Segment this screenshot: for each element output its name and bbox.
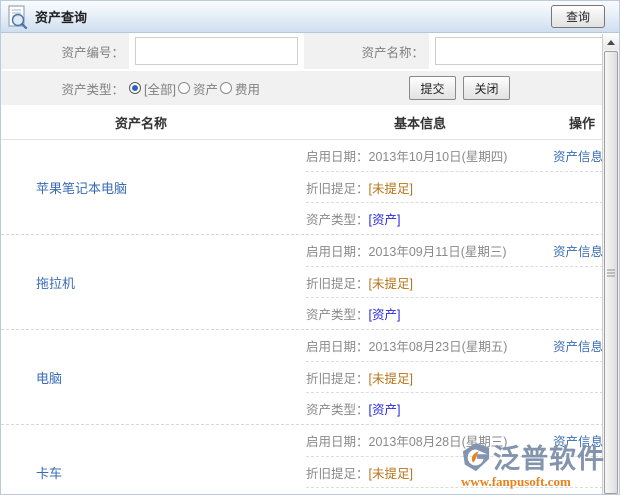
depreciation-value: [未提足] xyxy=(368,371,413,386)
start-date-text: 启用日期：2013年10月10日(星期四) xyxy=(306,146,507,165)
table-header: 资产名称 基本信息 操作 xyxy=(1,105,619,140)
asset-no-input[interactable] xyxy=(135,37,298,65)
close-button[interactable]: 关闭 xyxy=(463,76,510,100)
depreciation-line: 折旧提足：[未提足] xyxy=(306,362,603,394)
start-date-text: 启用日期：2013年08月23日(星期五) xyxy=(306,336,507,355)
vendor-brand-text: 泛普软件 xyxy=(493,444,605,474)
asset-name-input[interactable] xyxy=(435,37,613,65)
asset-type-value: [资产] xyxy=(368,403,401,418)
asset-name-link[interactable]: 苹果笔记本电脑 xyxy=(36,178,127,197)
asset-type-value: [资产] xyxy=(368,213,401,228)
asset-name-cell: 卡车 xyxy=(1,425,306,494)
asset-info-link[interactable]: 资产信息 xyxy=(553,146,603,165)
start-date-line: 启用日期：2013年09月11日(星期三) 资产信息 xyxy=(306,235,603,267)
asset-type-line: 资产类型：[资产] xyxy=(306,393,603,424)
column-header-info: 基本信息 xyxy=(393,115,446,131)
asset-name-cell: 拖拉机 xyxy=(1,235,306,329)
start-date-line: 启用日期：2013年08月23日(星期五) 资产信息 xyxy=(306,330,603,362)
depreciation-value: [未提足] xyxy=(368,181,413,196)
asset-type-label: 资产类型： xyxy=(61,82,124,97)
asset-info-cell: 启用日期：2013年10月10日(星期四) 资产信息 折旧提足：[未提足] 资产… xyxy=(306,140,603,234)
radio-asset[interactable]: 资产 xyxy=(177,79,218,98)
start-date-value: 2013年08月23日(星期五) xyxy=(368,339,508,354)
start-date-value: 2013年09月11日(星期三) xyxy=(368,244,507,259)
scrollbar-thumb[interactable] xyxy=(604,51,618,494)
table-row: 苹果笔记本电脑 启用日期：2013年10月10日(星期四) 资产信息 折旧提足：… xyxy=(1,140,619,235)
asset-name-link[interactable]: 卡车 xyxy=(36,463,62,482)
asset-info-cell: 启用日期：2013年09月11日(星期三) 资产信息 折旧提足：[未提足] 资产… xyxy=(306,235,603,329)
search-document-icon xyxy=(8,4,28,29)
start-date-label: 启用日期： xyxy=(306,244,369,259)
table-row: 拖拉机 启用日期：2013年09月11日(星期三) 资产信息 折旧提足：[未提足… xyxy=(1,235,619,330)
form-buttons: 提交 关闭 xyxy=(409,76,510,100)
depreciation-label: 折旧提足： xyxy=(306,371,369,386)
radio-all-dot[interactable] xyxy=(129,82,141,94)
titlebar: 资产查询 查询 xyxy=(1,1,619,33)
asset-type-text: 资产类型：[资产] xyxy=(306,399,400,418)
radio-expense[interactable]: 费用 xyxy=(219,79,260,98)
asset-type-line: 资产类型：[资产] xyxy=(306,298,603,329)
depreciation-text: 折旧提足：[未提足] xyxy=(306,273,413,292)
asset-type-row-label: 资产类型： xyxy=(306,308,369,323)
depreciation-label: 折旧提足： xyxy=(306,181,369,196)
form-gap xyxy=(304,33,359,69)
depreciation-line: 折旧提足：[未提足] xyxy=(306,172,603,204)
form-row-type: 资产类型： [全部] 资产 费用 提交 关闭 xyxy=(1,71,619,105)
depreciation-label: 折旧提足： xyxy=(306,466,369,481)
asset-query-window: 资产查询 查询 资产编号： 资产名称： 资产类型： [全部] 资产 费用 提交 … xyxy=(0,0,620,495)
asset-type-value: [资产] xyxy=(368,308,401,323)
fanpu-logo-icon xyxy=(462,442,490,471)
asset-name-link[interactable]: 电脑 xyxy=(36,368,62,387)
scrollbar-up-button[interactable] xyxy=(603,34,619,50)
form-row-inputs: 资产编号： 资产名称： xyxy=(1,33,619,71)
asset-no-label: 资产编号： xyxy=(61,45,124,60)
asset-type-text: 资产类型：[资产] xyxy=(306,304,400,323)
radio-asset-label: 资产 xyxy=(192,82,218,97)
start-date-line: 启用日期：2013年10月10日(星期四) 资产信息 xyxy=(306,140,603,172)
search-form: 资产编号： 资产名称： 资产类型： [全部] 资产 费用 提交 关闭 xyxy=(1,33,619,105)
asset-name-label: 资产名称： xyxy=(361,45,424,60)
vendor-url-text: www.fanpusoft.com xyxy=(461,474,571,489)
scrollbar-grip-icon xyxy=(607,269,615,276)
vendor-watermark: 泛普软件 www.fanpusoft.com xyxy=(461,437,605,490)
depreciation-label: 折旧提足： xyxy=(306,276,369,291)
column-header-action: 操作 xyxy=(568,115,595,131)
submit-button[interactable]: 提交 xyxy=(409,76,456,100)
asset-type-line: 资产类型：[资产] xyxy=(306,203,603,234)
depreciation-text: 折旧提足：[未提足] xyxy=(306,463,413,482)
column-header-name: 资产名称 xyxy=(114,115,167,131)
query-button[interactable]: 查询 xyxy=(551,5,605,28)
arrow-up-icon xyxy=(607,39,615,45)
radio-all-label: [全部] xyxy=(144,82,176,97)
start-date-label: 启用日期： xyxy=(306,149,369,164)
radio-expense-label: 费用 xyxy=(234,82,260,97)
vertical-scrollbar[interactable] xyxy=(602,34,619,494)
start-date-text: 启用日期：2013年09月11日(星期三) xyxy=(306,241,507,260)
asset-info-link[interactable]: 资产信息 xyxy=(553,241,603,260)
table-row: 电脑 启用日期：2013年08月23日(星期五) 资产信息 折旧提足：[未提足]… xyxy=(1,330,619,425)
start-date-value: 2013年10月10日(星期四) xyxy=(368,149,508,164)
asset-type-text: 资产类型：[资产] xyxy=(306,209,400,228)
asset-info-cell: 启用日期：2013年08月23日(星期五) 资产信息 折旧提足：[未提足] 资产… xyxy=(306,330,603,424)
radio-asset-dot[interactable] xyxy=(177,82,190,94)
asset-name-link[interactable]: 拖拉机 xyxy=(36,273,75,292)
asset-type-row-label: 资产类型： xyxy=(306,403,369,418)
asset-type-radio-group: [全部] 资产 费用 xyxy=(129,79,262,98)
asset-name-cell xyxy=(429,33,619,69)
radio-expense-dot[interactable] xyxy=(219,82,232,94)
radio-all[interactable]: [全部] xyxy=(129,79,176,98)
depreciation-value: [未提足] xyxy=(368,466,413,481)
start-date-label: 启用日期： xyxy=(306,339,369,354)
asset-name-cell: 苹果笔记本电脑 xyxy=(1,140,306,234)
depreciation-text: 折旧提足：[未提足] xyxy=(306,178,413,197)
asset-no-cell xyxy=(129,33,304,69)
depreciation-text: 折旧提足：[未提足] xyxy=(306,368,413,387)
start-date-label: 启用日期： xyxy=(306,434,369,449)
page-title: 资产查询 xyxy=(35,10,88,25)
depreciation-value: [未提足] xyxy=(368,276,413,291)
asset-name-cell: 电脑 xyxy=(1,330,306,424)
asset-type-row-label: 资产类型： xyxy=(306,213,369,228)
depreciation-line: 折旧提足：[未提足] xyxy=(306,267,603,299)
asset-info-link[interactable]: 资产信息 xyxy=(553,336,603,355)
